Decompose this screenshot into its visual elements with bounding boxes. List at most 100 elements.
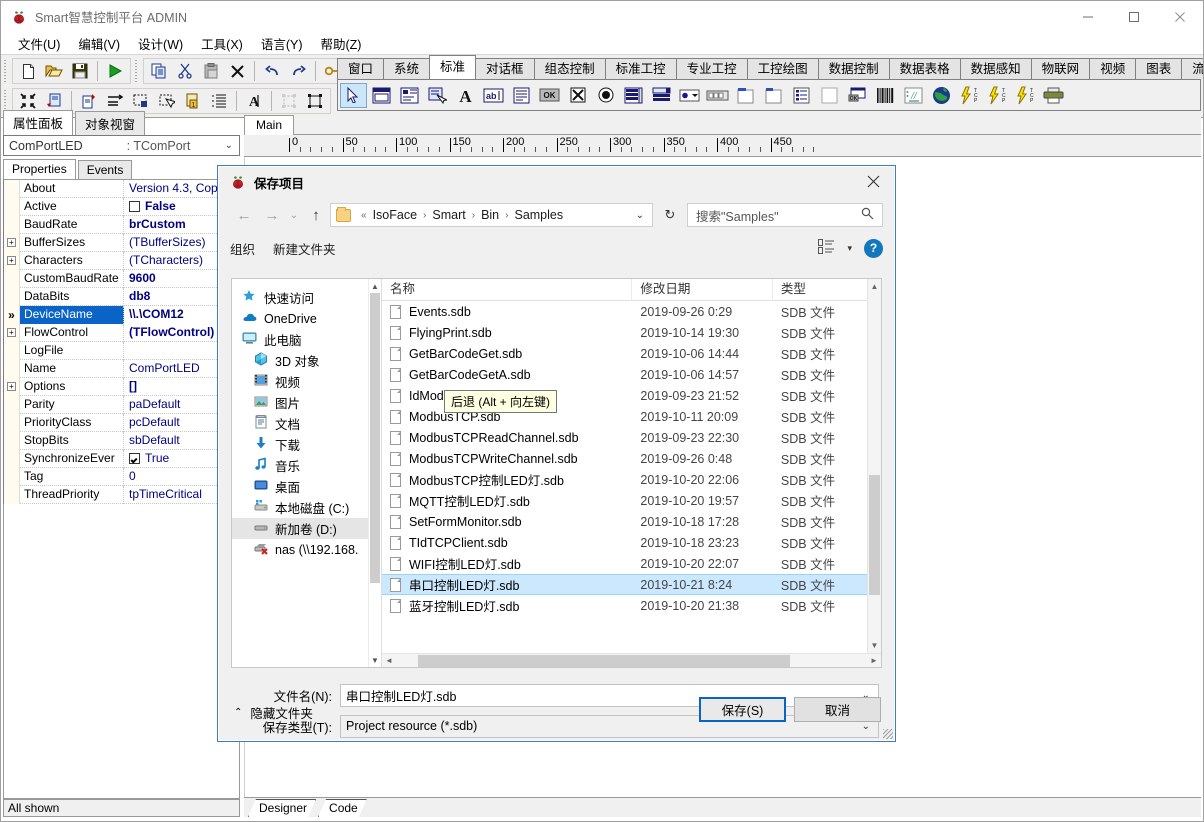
expand-plus-icon[interactable]: + [7,382,16,391]
scrollbar-thumb[interactable] [370,293,380,583]
expand-plus-icon[interactable]: + [7,256,16,265]
list-item[interactable]: WIFI控制LED灯.sdb 2019-10-20 22:07 SDB 文件 [382,553,881,574]
table-row[interactable]: LogFile [4,341,239,360]
organize-button[interactable]: 组织 [230,239,255,258]
treeview-icon[interactable] [788,83,815,108]
list-item[interactable]: 蓝牙控制LED灯.sdb 2019-10-20 21:38 SDB 文件 [382,595,881,616]
palette-tab-pro-industrial[interactable]: 专业工控 [675,58,748,79]
select-region-icon[interactable] [154,89,180,113]
breadcrumb[interactable]: « IsoFace › Smart › Bin › Samples ⌄ [330,203,653,227]
table-row[interactable]: PriorityClass pcDefault [4,413,239,432]
nav-item-nas[interactable]: nas (\\192.168. [232,539,381,560]
palette-tab-data-control[interactable]: 数据控制 [817,58,890,79]
listbox-icon[interactable] [620,83,647,108]
nav-item-music[interactable]: 音乐 [232,455,381,476]
globe-internet-icon[interactable] [928,83,955,108]
nav-item-downloads[interactable]: 下载 [232,434,381,455]
palette-tab-standard-industrial[interactable]: 标准工控 [604,58,677,79]
table-row[interactable]: + Options [] [4,377,239,396]
printer-icon[interactable] [1040,83,1067,108]
list-item[interactable]: Events.sdb 2019-09-26 0:29 SDB 文件 [382,301,881,322]
scrollbar-thumb[interactable] [869,475,880,595]
palette-tab-standard[interactable]: 标准 [429,55,477,79]
back-button[interactable]: ← [230,201,258,229]
palette-tab-chart[interactable]: 图表 [1135,58,1183,79]
ok-button-icon[interactable]: OK [536,83,563,108]
scrollbar-icon[interactable] [704,83,731,108]
menu-help[interactable]: 帮助(Z) [312,32,371,55]
list-item[interactable]: SetFormMonitor.sdb 2019-10-18 17:28 SDB 文件 [382,511,881,532]
chevron-down-icon[interactable]: ▾ [847,243,852,254]
scroll-down-arrow-icon[interactable]: ▼ [868,638,881,653]
tab-property-panel[interactable]: 属性面板 [3,110,74,136]
group-icon[interactable] [276,89,302,113]
save-button[interactable]: 保存(S) [699,697,786,722]
breadcrumb-item-bin[interactable]: Bin [479,208,501,222]
recent-locations-button[interactable]: ⌄ [286,201,302,229]
list-item[interactable]: TIdTCPClient.sdb 2019-10-18 23:23 SDB 文件 [382,532,881,553]
forward-button[interactable]: → [258,201,286,229]
list-item[interactable]: GetBarCodeGet.sdb 2019-10-06 14:44 SDB 文件 [382,343,881,364]
combobox-list-icon[interactable] [648,83,675,108]
label-text-icon[interactable]: A [452,83,479,108]
groupbox-icon[interactable] [732,83,759,108]
new-file-icon[interactable] [15,59,41,83]
chevron-down-icon[interactable]: ⌄ [225,140,233,151]
panel-blank-icon[interactable] [816,83,843,108]
file-list-vertical-scrollbar[interactable]: ▲ ▼ [867,279,881,653]
column-header-type[interactable]: 类型 [773,279,881,301]
palette-tab-industrial-draw[interactable]: 工控绘图 [746,58,819,79]
radio-button-icon[interactable] [592,83,619,108]
panel-icon[interactable] [396,83,423,108]
table-row[interactable]: Active False [4,197,239,216]
table-row[interactable]: Name ComPortLED [4,359,239,378]
list-item[interactable]: GetBarCodeGetA.sdb 2019-10-06 14:57 SDB 文件 [382,364,881,385]
table-row[interactable]: StopBits sbDefault [4,431,239,450]
table-row[interactable]: SynchronizeEver True [4,449,239,468]
hide-folders-toggle[interactable]: ⌃ 隐藏文件夹 [234,703,313,722]
table-row[interactable]: + FlowControl (TFlowControl) [4,323,239,342]
pointer-arrow-icon[interactable] [340,82,367,108]
nav-item-new-volume-d[interactable]: 新加卷 (D:) [232,518,381,539]
file-list-horizontal-scrollbar[interactable]: ◄ ► [382,653,881,667]
udp-icon[interactable]: TCP [1012,83,1039,108]
up-button[interactable]: ↑ [302,201,330,229]
list-item[interactable]: ModbusTCPWriteChannel.sdb 2019-09-26 0:48… [382,448,881,469]
list-item[interactable]: MQTT控制LED灯.sdb 2019-10-20 19:57 SDB 文件 [382,490,881,511]
font-icon[interactable]: A [241,89,267,113]
table-row[interactable]: DataBits db8 [4,287,239,306]
breadcrumb-item-samples[interactable]: Samples [512,208,565,222]
expand-plus-icon[interactable]: + [7,238,16,247]
search-input[interactable]: 搜索"Samples" [687,203,883,227]
checkbox-icon[interactable] [564,83,591,108]
maximize-button[interactable] [1111,1,1157,32]
breadcrumb-separator[interactable]: › [419,210,430,221]
scroll-left-arrow-icon[interactable]: ◄ [382,656,396,665]
menu-tools[interactable]: 工具(X) [192,32,252,55]
menu-edit[interactable]: 编辑(V) [69,32,129,55]
nav-item-documents[interactable]: 文档 [232,413,381,434]
table-row[interactable]: BaudRate brCustom [4,215,239,234]
palette-tab-video[interactable]: 视频 [1089,58,1137,79]
new-folder-button[interactable]: 新建文件夹 [273,239,336,258]
tab-object-view[interactable]: 对象视窗 [75,111,146,136]
menu-file[interactable]: 文件(U) [9,32,69,55]
breadcrumb-item-smart[interactable]: Smart [430,208,467,222]
scroll-right-arrow-icon[interactable]: ► [867,656,881,665]
script-code-icon[interactable]: // [900,83,927,108]
table-row[interactable]: ThreadPriority tpTimeCritical [4,485,239,504]
toolbar-grip-2[interactable] [134,60,140,82]
list-item[interactable]: ModbusTCP控制LED灯.sdb 2019-10-20 22:06 SDB 文… [382,469,881,490]
nav-item-this-pc[interactable]: 此电脑 [232,329,381,350]
palette-tab-iot[interactable]: 物联网 [1030,58,1091,79]
toolbar-grip-3[interactable] [3,90,9,112]
menu-design[interactable]: 设计(W) [129,32,192,55]
list-item[interactable]: FlyingPrint.sdb 2019-10-14 19:30 SDB 文件 [382,322,881,343]
page-control-icon[interactable] [760,83,787,108]
cancel-button[interactable]: 取消 [794,697,881,722]
palette-tab-config-control[interactable]: 组态控制 [533,58,606,79]
palette-tab-data-grid[interactable]: 数据表格 [888,58,961,79]
nav-item-onedrive[interactable]: OneDrive [232,308,381,329]
lock-icon[interactable]: 1 [180,89,206,113]
close-button[interactable] [1157,1,1203,32]
